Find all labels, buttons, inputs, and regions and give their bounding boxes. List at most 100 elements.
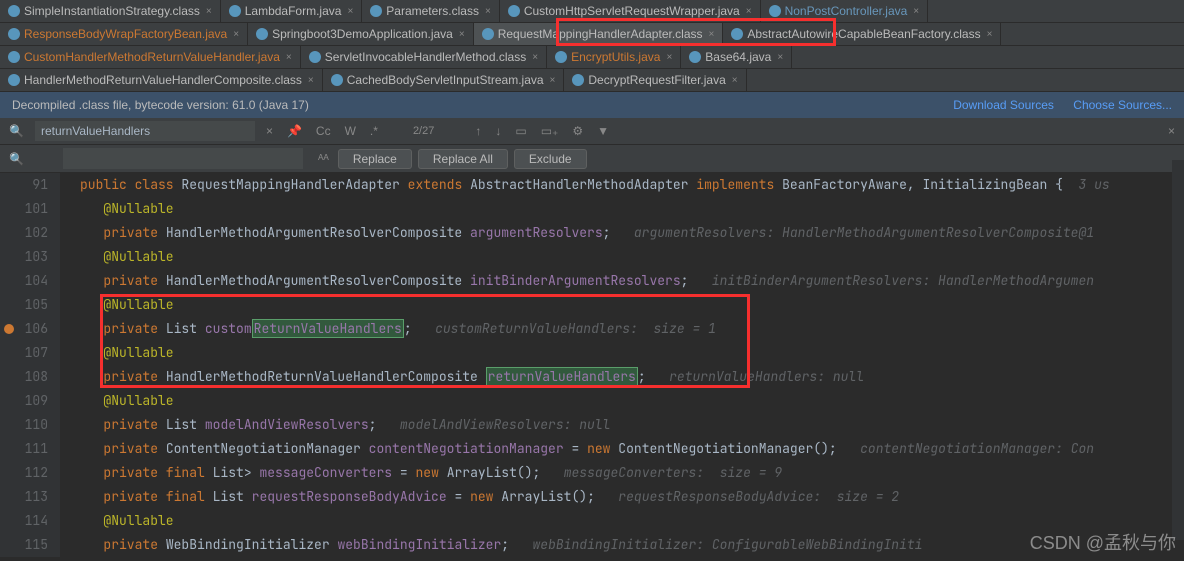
close-icon[interactable]: ×: [485, 6, 491, 17]
code-editor: 9110110210310410510610710810911011111211…: [0, 173, 1184, 557]
tab-decryptrequestfilter-java[interactable]: DecryptRequestFilter.java ×: [564, 69, 746, 91]
tab-servletinvocablehandlermethod-class[interactable]: ServletInvocableHandlerMethod.class ×: [301, 46, 547, 68]
tab-label: LambdaForm.java: [245, 4, 342, 18]
file-icon: [572, 74, 584, 86]
file-icon: [370, 5, 382, 17]
close-icon[interactable]: ×: [550, 75, 556, 86]
close-icon[interactable]: ×: [532, 52, 538, 63]
preserve-case-icon[interactable]: ᴬᴬ: [315, 152, 332, 166]
file-icon: [309, 51, 321, 63]
tab-row-4: HandlerMethodReturnValueHandlerComposite…: [0, 69, 1184, 92]
tab-row-1: SimpleInstantiationStrategy.class×Lambda…: [0, 0, 1184, 23]
tab-label: EncryptUtils.java: [571, 50, 660, 64]
exclude-button[interactable]: Exclude: [514, 149, 587, 169]
tab-label: CachedBodyServletInputStream.java: [347, 73, 544, 87]
tab-label: Base64.java: [705, 50, 771, 64]
tab-simpleinstantiationstrategy-class[interactable]: SimpleInstantiationStrategy.class ×: [0, 0, 221, 22]
file-icon: [482, 28, 494, 40]
replace-all-button[interactable]: Replace All: [418, 149, 508, 169]
case-icon[interactable]: Cc: [313, 124, 334, 138]
file-icon: [256, 28, 268, 40]
file-icon: [508, 5, 520, 17]
choose-sources-link[interactable]: Choose Sources...: [1073, 98, 1172, 112]
watermark: CSDN @孟秋与你: [1030, 529, 1176, 555]
close-icon[interactable]: ×: [732, 75, 738, 86]
tab-label: HandlerMethodReturnValueHandlerComposite…: [24, 73, 302, 87]
close-find-icon[interactable]: ×: [1165, 124, 1178, 138]
file-icon: [689, 51, 701, 63]
code-area[interactable]: public class RequestMappingHandlerAdapte…: [60, 173, 1184, 557]
tab-label: ServletInvocableHandlerMethod.class: [325, 50, 526, 64]
next-match-icon[interactable]: ↓: [492, 124, 504, 138]
tab-label: Parameters.class: [386, 4, 479, 18]
tab-handlermethodreturnvaluehandlercomposite-class[interactable]: HandlerMethodReturnValueHandlerComposite…: [0, 69, 323, 91]
close-icon[interactable]: ×: [709, 29, 715, 40]
tab-label: ResponseBodyWrapFactoryBean.java: [24, 27, 227, 41]
filter-icon[interactable]: ▼: [594, 124, 612, 138]
tab-requestmappinghandleradapter-class[interactable]: RequestMappingHandlerAdapter.class ×: [474, 23, 724, 45]
replace-toggle-icon[interactable]: 🔍: [6, 152, 27, 166]
tab-customhttpservletrequestwrapper-java[interactable]: CustomHttpServletRequestWrapper.java ×: [500, 0, 761, 22]
file-icon: [8, 28, 20, 40]
file-icon: [8, 5, 20, 17]
tab-label: AbstractAutowireCapableBeanFactory.class: [747, 27, 980, 41]
tab-encryptutils-java[interactable]: EncryptUtils.java ×: [547, 46, 681, 68]
file-icon: [229, 5, 241, 17]
regex-icon[interactable]: .*: [367, 124, 381, 138]
banner-text: Decompiled .class file, bytecode version…: [12, 98, 309, 112]
tab-label: Springboot3DemoApplication.java: [272, 27, 453, 41]
tab-customhandlermethodreturnvaluehandler-java[interactable]: CustomHandlerMethodReturnValueHandler.ja…: [0, 46, 301, 68]
tab-label: CustomHttpServletRequestWrapper.java: [524, 4, 740, 18]
download-sources-link[interactable]: Download Sources: [953, 98, 1054, 112]
close-icon[interactable]: ×: [459, 29, 465, 40]
match-count: 2/27: [413, 125, 434, 137]
tab-abstractautowirecapablebeanfactory-class[interactable]: AbstractAutowireCapableBeanFactory.class…: [723, 23, 1001, 45]
close-icon[interactable]: ×: [286, 52, 292, 63]
file-icon: [8, 74, 20, 86]
close-icon[interactable]: ×: [746, 6, 752, 17]
replace-input[interactable]: [63, 148, 303, 169]
search-input[interactable]: [35, 121, 255, 141]
close-icon[interactable]: ×: [206, 6, 212, 17]
select-all-icon[interactable]: ▭: [512, 124, 529, 138]
file-icon: [731, 28, 743, 40]
replace-bar: 🔍 ᴬᴬ Replace Replace All Exclude: [0, 145, 1184, 173]
tab-nonpostcontroller-java[interactable]: NonPostController.java ×: [761, 0, 929, 22]
prev-match-icon[interactable]: ↑: [472, 124, 484, 138]
tab-label: DecryptRequestFilter.java: [588, 73, 725, 87]
tab-base64-java[interactable]: Base64.java ×: [681, 46, 792, 68]
tab-parameters-class[interactable]: Parameters.class ×: [362, 0, 500, 22]
tab-springboot3demoapplication-java[interactable]: Springboot3DemoApplication.java ×: [248, 23, 474, 45]
file-icon: [8, 51, 20, 63]
close-icon[interactable]: ×: [666, 52, 672, 63]
find-bar: 🔍 × 📌 Cc W .* 2/27 ↑ ↓ ▭ ▭₊ ⚙ ▼ ×: [0, 118, 1184, 145]
tab-row-2: ResponseBodyWrapFactoryBean.java×Springb…: [0, 23, 1184, 46]
tab-label: NonPostController.java: [785, 4, 908, 18]
pin-icon[interactable]: 📌: [284, 124, 305, 138]
add-selection-icon[interactable]: ▭₊: [538, 124, 562, 138]
tab-responsebodywrapfactorybean-java[interactable]: ResponseBodyWrapFactoryBean.java ×: [0, 23, 248, 45]
close-icon[interactable]: ×: [987, 29, 993, 40]
close-icon[interactable]: ×: [233, 29, 239, 40]
marker-strip: [1172, 160, 1184, 540]
tab-label: CustomHandlerMethodReturnValueHandler.ja…: [24, 50, 280, 64]
file-icon: [769, 5, 781, 17]
search-icon: 🔍: [6, 124, 27, 138]
close-icon[interactable]: ×: [308, 75, 314, 86]
file-icon: [331, 74, 343, 86]
tab-lambdaform-java[interactable]: LambdaForm.java ×: [221, 0, 363, 22]
word-icon[interactable]: W: [342, 124, 359, 138]
settings-icon[interactable]: ⚙: [569, 124, 586, 138]
close-icon[interactable]: ×: [347, 6, 353, 17]
gutter: 9110110210310410510610710810911011111211…: [0, 173, 60, 557]
clear-icon[interactable]: ×: [263, 124, 276, 138]
file-icon: [555, 51, 567, 63]
tab-label: SimpleInstantiationStrategy.class: [24, 4, 200, 18]
tab-cachedbodyservletinputstream-java[interactable]: CachedBodyServletInputStream.java ×: [323, 69, 565, 91]
tab-label: RequestMappingHandlerAdapter.class: [498, 27, 703, 41]
close-icon[interactable]: ×: [913, 6, 919, 17]
tab-row-3: CustomHandlerMethodReturnValueHandler.ja…: [0, 46, 1184, 69]
decompiled-banner: Decompiled .class file, bytecode version…: [0, 92, 1184, 118]
replace-button[interactable]: Replace: [338, 149, 412, 169]
close-icon[interactable]: ×: [777, 52, 783, 63]
